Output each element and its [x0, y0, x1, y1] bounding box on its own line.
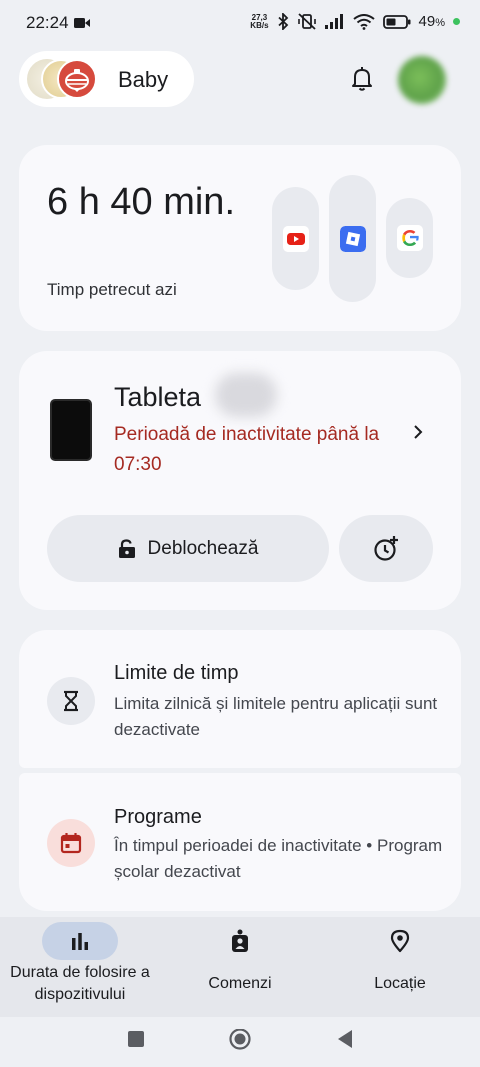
- account-avatar[interactable]: [398, 56, 446, 104]
- screen-time-value: 6 h 40 min.: [47, 181, 235, 223]
- redacted-device-name: [215, 373, 277, 417]
- privacy-indicator-dot: [453, 18, 460, 25]
- tablet-device-image: [50, 399, 92, 461]
- location-pin-icon: [390, 929, 410, 953]
- calendar-icon-container: [47, 819, 95, 867]
- google-icon: [397, 225, 423, 251]
- profile-avatar-active: [57, 59, 97, 99]
- status-indicators: 27,3 KB/s 49%: [250, 13, 460, 30]
- vibrate-off-icon: [297, 13, 316, 30]
- bluetooth-icon: [277, 13, 288, 30]
- battery-icon: [382, 14, 411, 29]
- app-usage-bar-youtube: [272, 187, 319, 290]
- profile-avatars: [27, 59, 107, 99]
- device-card: Tableta Perioadă de inactivitate până la…: [19, 351, 461, 610]
- nav-controls[interactable]: Comenzi: [160, 917, 320, 1017]
- schedules-subtitle: În timpul perioadei de inactivitate • Pr…: [114, 836, 443, 881]
- lock-open-icon: [118, 538, 135, 558]
- device-downtime-status: Perioadă de inactivitate până la 07:30: [114, 424, 380, 475]
- calendar-icon: [60, 833, 82, 854]
- nav-screen-time[interactable]: Durata de folosire a dispozitivului: [0, 917, 160, 1017]
- wifi-icon: [352, 13, 375, 30]
- profile-name: Baby: [118, 67, 169, 92]
- schedules-row[interactable]: Programe În timpul perioadei de inactivi…: [19, 773, 461, 911]
- video-recording-icon: [74, 18, 90, 28]
- status-bar: 22:24 27,3 KB/s 49%: [0, 0, 480, 46]
- network-speed: 27,3 KB/s: [250, 12, 269, 30]
- profile-switcher[interactable]: Baby: [19, 51, 194, 107]
- time-limits-subtitle: Limita zilnică și limitele pentru aplica…: [114, 694, 438, 739]
- screen-time-card[interactable]: 6 h 40 min. Timp petrecut azi: [19, 145, 461, 331]
- nav-location[interactable]: Locație: [320, 917, 480, 1017]
- time-limits-row[interactable]: Limite de timp Limita zilnică și limitel…: [19, 630, 461, 768]
- nav-location-label: Locație: [374, 975, 426, 992]
- chevron-right-icon[interactable]: [412, 423, 424, 441]
- nav-screen-time-label: Durata de folosire a dispozitivului: [10, 964, 150, 1003]
- status-time: 22:24: [26, 13, 69, 32]
- nav-icon-holder: [362, 922, 438, 960]
- back-icon[interactable]: [336, 1029, 354, 1049]
- nav-icon-holder: [202, 922, 278, 960]
- nav-active-indicator: [42, 922, 118, 960]
- alarm-add-icon: [374, 535, 398, 561]
- home-icon[interactable]: [228, 1029, 252, 1053]
- device-name: Tableta: [114, 382, 202, 412]
- time-limits-title: Limite de timp: [114, 662, 239, 684]
- nav-controls-label: Comenzi: [208, 975, 272, 992]
- notifications-bell-icon[interactable]: [350, 66, 374, 92]
- app-usage-bar-google: [386, 198, 433, 278]
- battery-percentage: 49%: [418, 13, 445, 30]
- bar-chart-icon: [72, 933, 88, 950]
- bottom-navigation: Durata de folosire a dispozitivului Come…: [0, 917, 480, 1017]
- recent-apps-icon[interactable]: [126, 1029, 146, 1049]
- hourglass-icon: [64, 690, 78, 712]
- person-badge-icon: [232, 929, 248, 952]
- roblox-icon: [340, 225, 366, 252]
- signal-icon: [324, 14, 343, 29]
- add-time-button[interactable]: [339, 515, 433, 582]
- screen-time-label: Timp petrecut azi: [47, 280, 177, 299]
- unlock-button-label: Deblochează: [147, 537, 259, 559]
- hourglass-icon-container: [47, 677, 95, 725]
- youtube-icon: [283, 225, 309, 252]
- app-usage-bar-roblox: [329, 175, 376, 302]
- schedules-title: Programe: [114, 806, 202, 828]
- system-navigation-bar: [0, 1017, 480, 1067]
- unlock-button[interactable]: Deblochează: [47, 515, 329, 582]
